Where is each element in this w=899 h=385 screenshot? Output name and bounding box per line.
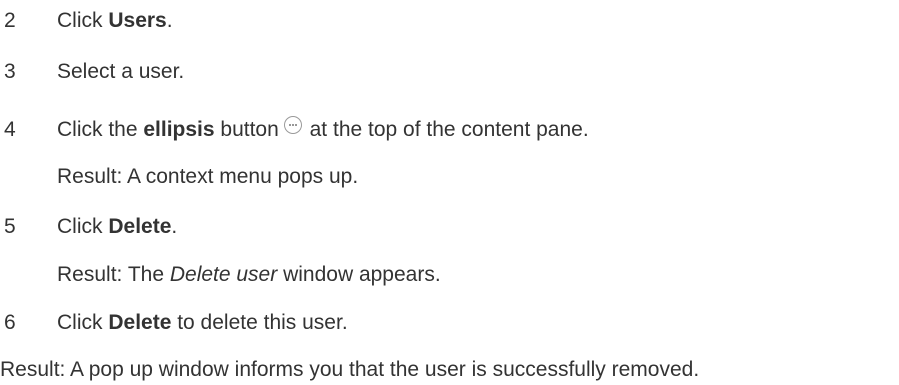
step-text-part: button bbox=[214, 118, 279, 141]
step-text: Click Delete. bbox=[57, 214, 177, 240]
final-result: Result: A pop up window informs you that… bbox=[0, 358, 700, 381]
step-4-result: Result: A context menu pops up. bbox=[57, 165, 359, 188]
step-text: Click Users. bbox=[57, 8, 173, 34]
step-number: 2 bbox=[4, 9, 16, 32]
step-number: 6 bbox=[4, 311, 16, 334]
step-text-part: to delete this user. bbox=[171, 311, 348, 334]
step-number: 4 bbox=[4, 118, 16, 141]
step-text-part: Click bbox=[57, 311, 109, 334]
document-body: 2 Click Users. 3 Select a user. 4 Click … bbox=[0, 0, 899, 385]
step-number: 5 bbox=[4, 215, 16, 238]
step-text: Select a user. bbox=[57, 60, 185, 83]
step-text-part: . bbox=[166, 9, 173, 32]
ellipsis-icon bbox=[283, 116, 302, 135]
step-text: Click the ellipsis button at the top of … bbox=[57, 116, 589, 143]
ui-term-ellipsis: ellipsis bbox=[143, 118, 215, 141]
window-name-delete-user: Delete user bbox=[169, 263, 278, 286]
ui-term-users: Users bbox=[108, 9, 167, 32]
step-text-part: Click the bbox=[57, 118, 144, 141]
step-text-part: at the top of the content pane. bbox=[303, 118, 589, 141]
step-text-part: . bbox=[171, 215, 178, 238]
step-number: 3 bbox=[4, 60, 16, 83]
step-text-part: Click bbox=[57, 9, 109, 32]
step-5-result: Result: The Delete user window appears. bbox=[57, 262, 441, 288]
step-text-part: Click bbox=[57, 215, 109, 238]
step-text: Click Delete to delete this user. bbox=[57, 310, 348, 336]
ui-term-delete: Delete bbox=[108, 311, 172, 334]
result-text-part: Result: The bbox=[57, 263, 170, 286]
result-text-part: window appears. bbox=[277, 263, 441, 286]
ui-term-delete: Delete bbox=[108, 215, 172, 238]
